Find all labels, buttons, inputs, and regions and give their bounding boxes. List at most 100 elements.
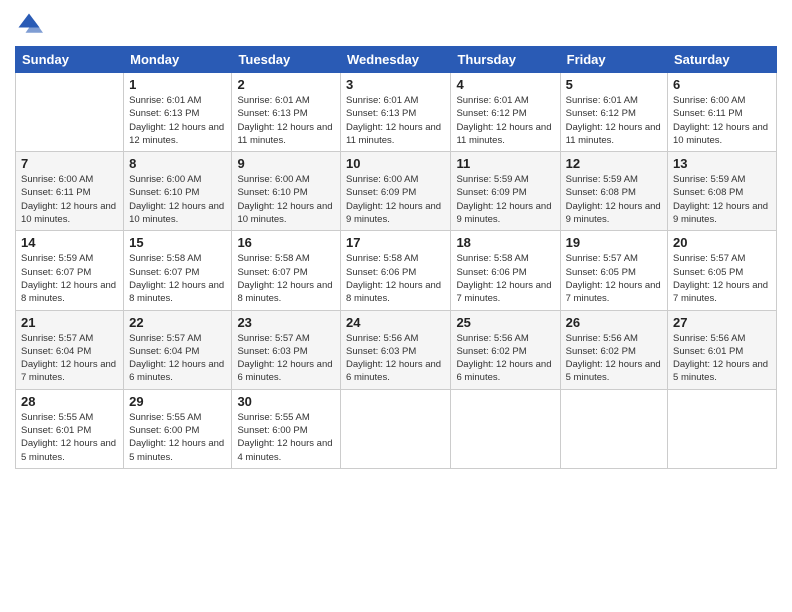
day-number: 5 xyxy=(566,77,662,92)
day-info: Sunrise: 5:59 AM Sunset: 6:07 PM Dayligh… xyxy=(21,252,118,305)
day-info: Sunrise: 5:56 AM Sunset: 6:03 PM Dayligh… xyxy=(346,332,445,385)
day-info: Sunrise: 5:57 AM Sunset: 6:04 PM Dayligh… xyxy=(21,332,118,385)
week-row-4: 21 Sunrise: 5:57 AM Sunset: 6:04 PM Dayli… xyxy=(16,310,777,389)
day-info: Sunrise: 6:00 AM Sunset: 6:11 PM Dayligh… xyxy=(673,94,771,147)
day-number: 20 xyxy=(673,235,771,250)
day-number: 1 xyxy=(129,77,226,92)
calendar-cell: 11 Sunrise: 5:59 AM Sunset: 6:09 PM Dayli… xyxy=(451,152,560,231)
weekday-header-row: SundayMondayTuesdayWednesdayThursdayFrid… xyxy=(16,47,777,73)
day-number: 7 xyxy=(21,156,118,171)
weekday-header-thursday: Thursday xyxy=(451,47,560,73)
day-info: Sunrise: 5:57 AM Sunset: 6:04 PM Dayligh… xyxy=(129,332,226,385)
day-info: Sunrise: 5:57 AM Sunset: 6:05 PM Dayligh… xyxy=(673,252,771,305)
calendar-cell: 27Sunrise: 5:56 AM Sunset: 6:01 PM Dayli… xyxy=(668,310,777,389)
calendar-cell: 14Sunrise: 5:59 AM Sunset: 6:07 PM Dayli… xyxy=(16,231,124,310)
calendar-cell: 15 Sunrise: 5:58 AM Sunset: 6:07 PM Dayli… xyxy=(124,231,232,310)
day-info: Sunrise: 6:01 AM Sunset: 6:13 PM Dayligh… xyxy=(129,94,226,147)
calendar-cell: 17 Sunrise: 5:58 AM Sunset: 6:06 PM Dayli… xyxy=(341,231,451,310)
day-number: 27 xyxy=(673,315,771,330)
calendar-cell: 1 Sunrise: 6:01 AM Sunset: 6:13 PM Daylig… xyxy=(124,73,232,152)
day-info: Sunrise: 5:56 AM Sunset: 6:02 PM Dayligh… xyxy=(566,332,662,385)
day-number: 10 xyxy=(346,156,445,171)
calendar-cell: 18 Sunrise: 5:58 AM Sunset: 6:06 PM Dayli… xyxy=(451,231,560,310)
calendar-cell: 20 Sunrise: 5:57 AM Sunset: 6:05 PM Dayli… xyxy=(668,231,777,310)
day-info: Sunrise: 5:57 AM Sunset: 6:05 PM Dayligh… xyxy=(566,252,662,305)
calendar-cell: 16 Sunrise: 5:58 AM Sunset: 6:07 PM Dayli… xyxy=(232,231,341,310)
day-number: 28 xyxy=(21,394,118,409)
day-number: 26 xyxy=(566,315,662,330)
day-number: 24 xyxy=(346,315,445,330)
week-row-2: 7 Sunrise: 6:00 AM Sunset: 6:11 PM Daylig… xyxy=(16,152,777,231)
calendar-cell: 2 Sunrise: 6:01 AM Sunset: 6:13 PM Daylig… xyxy=(232,73,341,152)
calendar-cell xyxy=(668,389,777,468)
calendar-cell xyxy=(16,73,124,152)
calendar-table: SundayMondayTuesdayWednesdayThursdayFrid… xyxy=(15,46,777,469)
calendar-cell: 7 Sunrise: 6:00 AM Sunset: 6:11 PM Daylig… xyxy=(16,152,124,231)
header xyxy=(15,10,777,38)
day-info: Sunrise: 6:00 AM Sunset: 6:09 PM Dayligh… xyxy=(346,173,445,226)
page: SundayMondayTuesdayWednesdayThursdayFrid… xyxy=(0,0,792,612)
day-info: Sunrise: 5:59 AM Sunset: 6:08 PM Dayligh… xyxy=(566,173,662,226)
day-number: 9 xyxy=(237,156,335,171)
day-number: 13 xyxy=(673,156,771,171)
day-number: 17 xyxy=(346,235,445,250)
day-info: Sunrise: 5:58 AM Sunset: 6:06 PM Dayligh… xyxy=(346,252,445,305)
calendar-cell: 4Sunrise: 6:01 AM Sunset: 6:12 PM Daylig… xyxy=(451,73,560,152)
day-info: Sunrise: 5:57 AM Sunset: 6:03 PM Dayligh… xyxy=(237,332,335,385)
calendar-cell: 30 Sunrise: 5:55 AM Sunset: 6:00 PM Dayli… xyxy=(232,389,341,468)
day-info: Sunrise: 5:58 AM Sunset: 6:07 PM Dayligh… xyxy=(129,252,226,305)
day-number: 16 xyxy=(237,235,335,250)
calendar-cell xyxy=(451,389,560,468)
day-info: Sunrise: 5:58 AM Sunset: 6:07 PM Dayligh… xyxy=(237,252,335,305)
day-number: 19 xyxy=(566,235,662,250)
day-number: 12 xyxy=(566,156,662,171)
day-number: 22 xyxy=(129,315,226,330)
calendar-cell: 8 Sunrise: 6:00 AM Sunset: 6:10 PM Daylig… xyxy=(124,152,232,231)
week-row-5: 28 Sunrise: 5:55 AM Sunset: 6:01 PM Dayli… xyxy=(16,389,777,468)
calendar-cell: 19 Sunrise: 5:57 AM Sunset: 6:05 PM Dayli… xyxy=(560,231,667,310)
weekday-header-tuesday: Tuesday xyxy=(232,47,341,73)
day-number: 8 xyxy=(129,156,226,171)
day-info: Sunrise: 6:00 AM Sunset: 6:10 PM Dayligh… xyxy=(237,173,335,226)
weekday-header-wednesday: Wednesday xyxy=(341,47,451,73)
calendar-cell: 5Sunrise: 6:01 AM Sunset: 6:12 PM Daylig… xyxy=(560,73,667,152)
day-info: Sunrise: 5:55 AM Sunset: 6:01 PM Dayligh… xyxy=(21,411,118,464)
day-info: Sunrise: 5:55 AM Sunset: 6:00 PM Dayligh… xyxy=(237,411,335,464)
calendar-cell: 25 Sunrise: 5:56 AM Sunset: 6:02 PM Dayli… xyxy=(451,310,560,389)
day-number: 23 xyxy=(237,315,335,330)
calendar-cell: 9 Sunrise: 6:00 AM Sunset: 6:10 PM Daylig… xyxy=(232,152,341,231)
week-row-3: 14Sunrise: 5:59 AM Sunset: 6:07 PM Dayli… xyxy=(16,231,777,310)
calendar-cell: 13 Sunrise: 5:59 AM Sunset: 6:08 PM Dayli… xyxy=(668,152,777,231)
logo-icon xyxy=(15,10,43,38)
day-number: 21 xyxy=(21,315,118,330)
calendar-cell: 26 Sunrise: 5:56 AM Sunset: 6:02 PM Dayli… xyxy=(560,310,667,389)
day-number: 18 xyxy=(456,235,554,250)
logo xyxy=(15,10,47,38)
day-number: 11 xyxy=(456,156,554,171)
calendar-cell: 6 Sunrise: 6:00 AM Sunset: 6:11 PM Daylig… xyxy=(668,73,777,152)
day-number: 15 xyxy=(129,235,226,250)
calendar-cell: 22 Sunrise: 5:57 AM Sunset: 6:04 PM Dayli… xyxy=(124,310,232,389)
week-row-1: 1 Sunrise: 6:01 AM Sunset: 6:13 PM Daylig… xyxy=(16,73,777,152)
weekday-header-friday: Friday xyxy=(560,47,667,73)
calendar-cell: 28 Sunrise: 5:55 AM Sunset: 6:01 PM Dayli… xyxy=(16,389,124,468)
day-info: Sunrise: 5:58 AM Sunset: 6:06 PM Dayligh… xyxy=(456,252,554,305)
weekday-header-monday: Monday xyxy=(124,47,232,73)
calendar-cell: 3Sunrise: 6:01 AM Sunset: 6:13 PM Daylig… xyxy=(341,73,451,152)
day-number: 25 xyxy=(456,315,554,330)
calendar-cell: 24 Sunrise: 5:56 AM Sunset: 6:03 PM Dayli… xyxy=(341,310,451,389)
day-info: Sunrise: 5:56 AM Sunset: 6:02 PM Dayligh… xyxy=(456,332,554,385)
day-info: Sunrise: 6:01 AM Sunset: 6:13 PM Dayligh… xyxy=(237,94,335,147)
day-number: 2 xyxy=(237,77,335,92)
calendar-cell: 23 Sunrise: 5:57 AM Sunset: 6:03 PM Dayli… xyxy=(232,310,341,389)
day-info: Sunrise: 6:00 AM Sunset: 6:10 PM Dayligh… xyxy=(129,173,226,226)
day-info: Sunrise: 6:00 AM Sunset: 6:11 PM Dayligh… xyxy=(21,173,118,226)
day-number: 6 xyxy=(673,77,771,92)
day-number: 4 xyxy=(456,77,554,92)
calendar-cell: 10 Sunrise: 6:00 AM Sunset: 6:09 PM Dayli… xyxy=(341,152,451,231)
day-info: Sunrise: 5:59 AM Sunset: 6:08 PM Dayligh… xyxy=(673,173,771,226)
day-info: Sunrise: 5:55 AM Sunset: 6:00 PM Dayligh… xyxy=(129,411,226,464)
day-number: 29 xyxy=(129,394,226,409)
day-info: Sunrise: 5:59 AM Sunset: 6:09 PM Dayligh… xyxy=(456,173,554,226)
day-number: 30 xyxy=(237,394,335,409)
